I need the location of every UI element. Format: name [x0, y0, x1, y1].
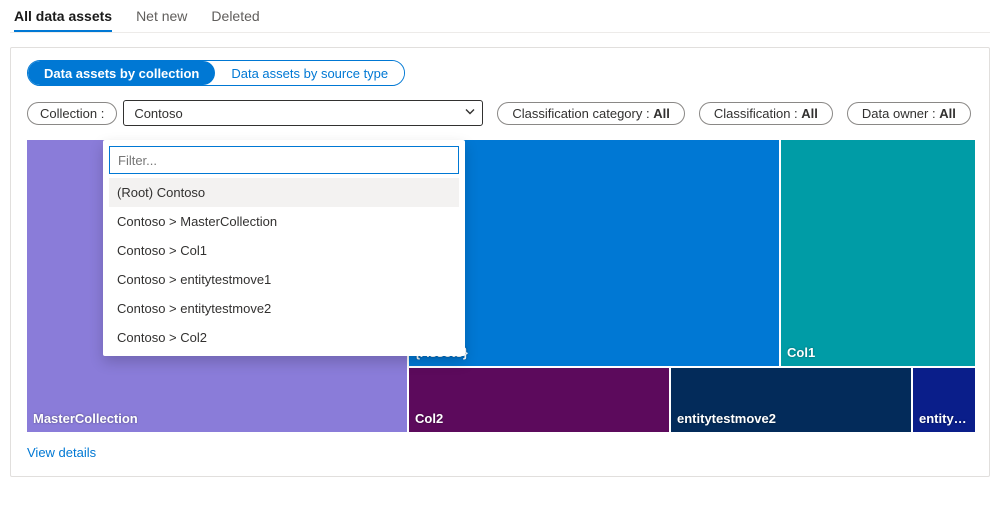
treemap-tile[interactable]: entitytestmov... — [913, 368, 975, 432]
chip-classification[interactable]: Classification : All — [699, 102, 833, 125]
treemap-tile[interactable]: Col1 — [781, 140, 975, 366]
view-details-link[interactable]: View details — [27, 445, 96, 460]
dropdown-item[interactable]: Contoso > MasterCollection — [109, 207, 459, 236]
chip-data-owner[interactable]: Data owner : All — [847, 102, 971, 125]
dropdown-item[interactable]: Contoso > Col1 — [109, 236, 459, 265]
collection-label: Collection : — [27, 102, 117, 125]
treemap-tile-label: MasterCollection — [33, 411, 138, 426]
insights-card: Data assets by collection Data assets by… — [10, 47, 990, 477]
tab-net-new[interactable]: Net new — [136, 0, 187, 32]
treemap-tile-label: Col2 — [415, 411, 443, 426]
collection-dropdown: (Root) Contoso Contoso > MasterCollectio… — [103, 140, 465, 356]
treemap-tile[interactable]: entitytestmove2 — [671, 368, 911, 432]
chip-label: Data owner : — [862, 106, 939, 121]
treemap-tile-label: entitytestmov... — [919, 411, 969, 426]
treemap-tile-label: Col1 — [787, 345, 815, 360]
dropdown-item-root[interactable]: (Root) Contoso — [109, 178, 459, 207]
collection-value: Contoso — [134, 106, 182, 121]
dropdown-item[interactable]: Contoso > entitytestmove1 — [109, 265, 459, 294]
collection-filter: Collection : Contoso — [27, 100, 483, 126]
collection-combo[interactable]: Contoso — [123, 100, 483, 126]
treemap-tile[interactable]: Col2 — [409, 368, 669, 432]
chip-value: All — [653, 106, 670, 121]
pill-by-collection[interactable]: Data assets by collection — [28, 61, 215, 85]
chip-label: Classification : — [714, 106, 801, 121]
dropdown-item[interactable]: Contoso > entitytestmove2 — [109, 294, 459, 323]
chip-value: All — [939, 106, 956, 121]
dropdown-list: (Root) Contoso Contoso > MasterCollectio… — [109, 178, 459, 352]
top-tabs: All data assets Net new Deleted — [10, 0, 990, 33]
dropdown-item[interactable]: Contoso > Col2 — [109, 323, 459, 352]
pill-by-source-type[interactable]: Data assets by source type — [215, 61, 404, 85]
pill-group: Data assets by collection Data assets by… — [27, 60, 405, 86]
filter-row: Collection : Contoso Classification cate… — [27, 100, 973, 126]
tab-deleted[interactable]: Deleted — [211, 0, 259, 32]
chip-classification-category[interactable]: Classification category : All — [497, 102, 685, 125]
treemap-tile-label: entitytestmove2 — [677, 411, 776, 426]
dropdown-filter-input[interactable] — [109, 146, 459, 174]
chevron-down-icon — [464, 106, 476, 121]
chip-value: All — [801, 106, 818, 121]
chip-label: Classification category : — [512, 106, 653, 121]
tab-all-data-assets[interactable]: All data assets — [14, 0, 112, 32]
view-toggle: Data assets by collection Data assets by… — [27, 60, 973, 86]
